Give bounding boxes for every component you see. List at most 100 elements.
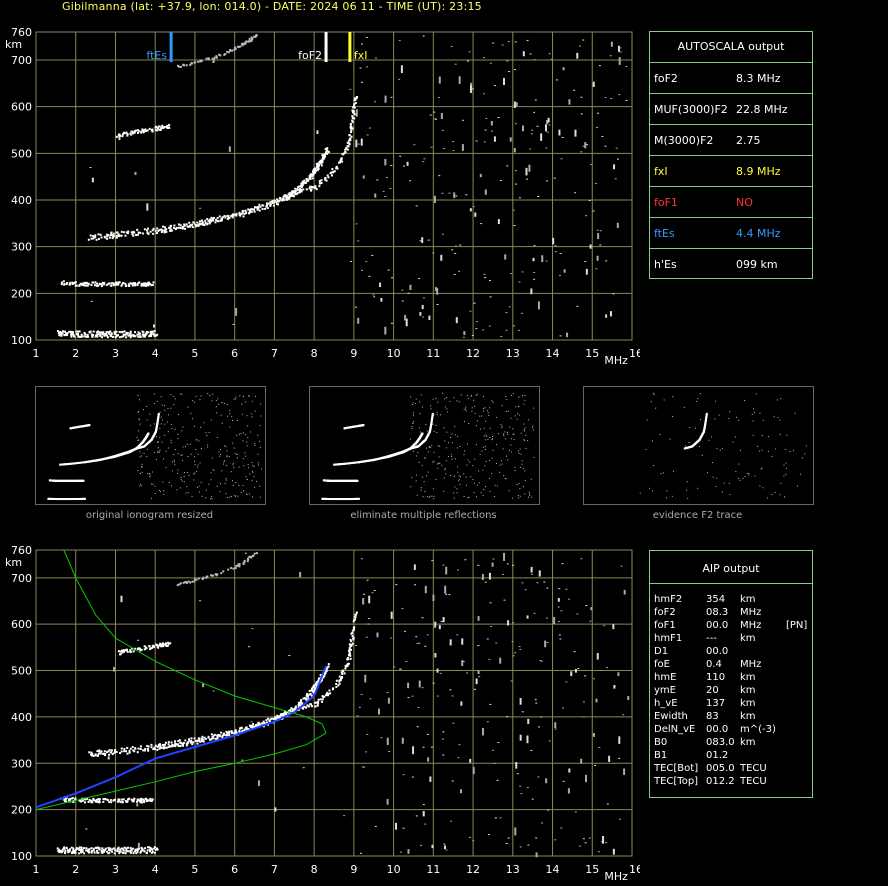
aip-value: 00.0: [706, 724, 729, 735]
thumb-noise: [491, 400, 493, 402]
noise-dot: [470, 85, 473, 93]
thumb-noise: [430, 408, 432, 410]
thumb-noise: [446, 408, 448, 410]
caption-original: original ionogram resized: [85, 510, 214, 521]
o-mode-trace: [99, 752, 102, 755]
thumb-noise: [432, 498, 434, 500]
thumb-noise: [652, 465, 654, 467]
thumb-noise: [669, 438, 671, 440]
thumb-noise: [167, 447, 169, 449]
autoscala-key: h'Es: [654, 258, 677, 271]
es-trace: [74, 848, 77, 851]
noise-dot: [487, 834, 490, 836]
thumb-noise: [766, 497, 768, 499]
x-mode-trace: [347, 145, 350, 148]
noise-dot: [475, 678, 478, 685]
noise-dot: [505, 312, 508, 314]
noise-dot: [399, 851, 402, 853]
noise-dot: [441, 192, 444, 194]
noise-dot: [419, 312, 422, 316]
x-mode-trace: [289, 195, 292, 198]
thumb-noise: [221, 470, 223, 472]
es-multiple-trace: [135, 800, 138, 803]
es-multiple-trace: [66, 281, 69, 284]
thumb-noise: [735, 416, 737, 418]
noise-dot: [409, 180, 412, 182]
thumb-noise: [193, 479, 195, 481]
thumb-noise: [445, 447, 447, 449]
noise-dot: [605, 667, 608, 669]
x-mode-trace: [349, 125, 352, 128]
x-mode-trace: [307, 705, 310, 708]
thumb-noise: [136, 436, 138, 438]
thumb-noise: [419, 427, 421, 429]
aip-value: 83: [706, 711, 719, 722]
second-hop-trace: [151, 646, 154, 649]
thumb-noise: [510, 417, 512, 419]
y-tick-label: 300: [11, 241, 32, 254]
x-mode-trace: [329, 692, 332, 695]
es-trace: [151, 850, 154, 853]
noise-dot: [386, 798, 389, 805]
noise-dot: [514, 827, 517, 836]
thumb-noise: [456, 488, 458, 490]
es-trace: [61, 332, 64, 335]
thumb-noise: [777, 417, 779, 419]
autoscala-key: foF2: [654, 72, 678, 85]
es-trace: [153, 330, 156, 333]
o-mode-trace: [190, 737, 193, 740]
noise-dot: [357, 317, 360, 324]
noise-dot: [458, 270, 461, 272]
noise-dot: [526, 178, 529, 180]
noise-dot: [526, 39, 529, 41]
thumb-noise: [522, 486, 524, 488]
o-mode-trace: [150, 743, 153, 746]
thumb-noise: [197, 453, 199, 455]
thumb-noise: [194, 464, 196, 466]
noise-dot: [484, 189, 487, 195]
noise-dot: [574, 811, 577, 813]
es-multiple-trace: [63, 283, 66, 286]
es-multiple-trace: [110, 282, 113, 285]
noise-dot: [518, 646, 521, 648]
noise-dot: [580, 151, 583, 153]
o-mode-trace: [324, 671, 327, 674]
thumb-noise: [518, 414, 520, 416]
o-mode-trace: [178, 739, 181, 742]
noise-dot: [456, 634, 459, 636]
noise-dot: [199, 207, 202, 209]
thumb-noise: [492, 449, 494, 451]
es-trace: [142, 849, 145, 852]
noise-dot: [529, 148, 532, 150]
thumb-noise: [525, 448, 527, 450]
thumb-noise: [159, 491, 161, 493]
aip-unit: km: [740, 633, 756, 644]
es-trace: [63, 846, 66, 849]
second-hop-trace: [126, 133, 129, 136]
noise-dot: [519, 846, 522, 848]
aip-value: 08.3: [706, 607, 729, 618]
thumb-noise: [473, 492, 475, 494]
noise-dot: [507, 837, 510, 839]
o-mode-trace: [272, 204, 275, 207]
x-mode-trace: [317, 702, 320, 705]
thumb-noise: [659, 434, 661, 436]
aip-unit: TECU: [740, 763, 767, 774]
thumb-noise: [531, 496, 533, 498]
thumb-noise: [437, 463, 439, 465]
o-mode-trace: [147, 749, 150, 752]
o-mode-trace: [98, 750, 101, 753]
x-tick-label: 15: [585, 863, 599, 876]
thumb-noise: [164, 434, 166, 436]
noise-dot: [606, 803, 609, 805]
x-tick-label: 11: [426, 863, 440, 876]
aip-flag: [PN]: [786, 620, 808, 631]
noise-dot: [399, 155, 402, 157]
x-mode-trace: [230, 730, 233, 733]
aip-value: 005.0: [706, 763, 735, 774]
o-mode-trace: [258, 209, 261, 212]
es-trace: [64, 330, 67, 333]
es-multiple-trace: [134, 282, 137, 285]
thumb-noise: [229, 496, 231, 498]
autoscala-title: AUTOSCALA output: [677, 40, 785, 53]
